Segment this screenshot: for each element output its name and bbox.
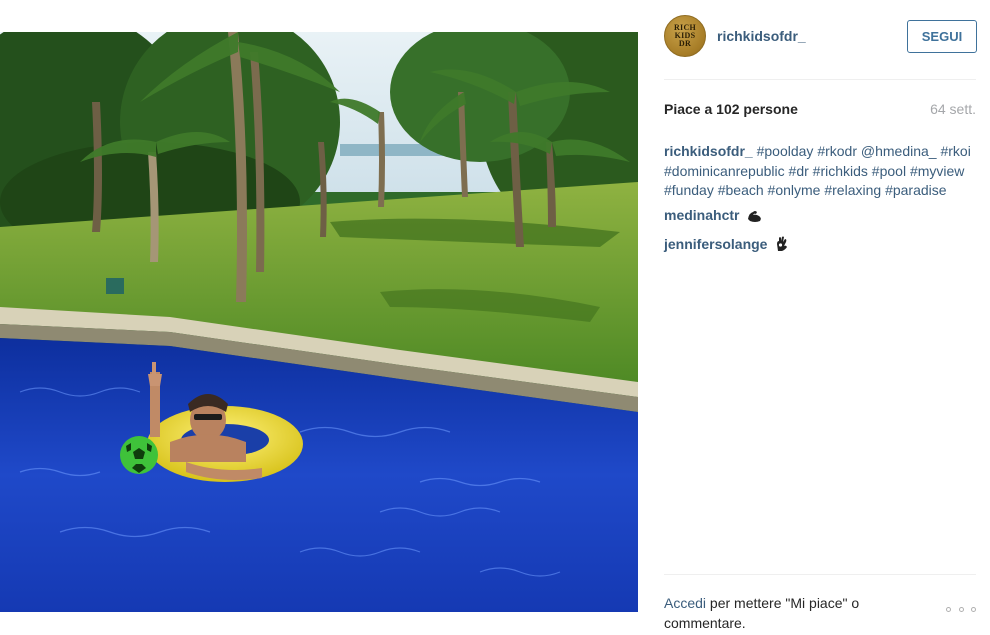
comment-author[interactable]: medinahctr (664, 207, 739, 223)
post-side-panel: RICH KIDS DR richkidsofdr_ SEGUI Piace a… (664, 0, 977, 635)
follow-button[interactable]: SEGUI (907, 20, 977, 53)
more-dot (946, 606, 951, 612)
more-dot (971, 606, 976, 612)
more-options-icon[interactable] (946, 602, 976, 616)
hashtag-link[interactable]: #dominicanrepublic (664, 163, 785, 179)
comments-list: richkidsofdr_ #poolday #rkodr @hmedina_ … (664, 142, 976, 263)
avatar-line-3: DR (678, 39, 692, 48)
post-timestamp[interactable]: 64 sett. (930, 101, 976, 117)
footer-divider (664, 574, 976, 575)
hashtag-link[interactable]: #richkids (813, 163, 868, 179)
flexed-biceps-icon (747, 208, 763, 228)
hashtag-link[interactable]: #myview (910, 163, 964, 179)
hashtag-link[interactable]: #beach (718, 182, 764, 198)
login-link[interactable]: Accedi (664, 595, 706, 611)
comment-author[interactable]: jennifersolange (664, 236, 767, 252)
hashtag-link[interactable]: #pool (872, 163, 906, 179)
hashtag-link[interactable]: #onlyme (768, 182, 821, 198)
header-divider (664, 79, 976, 80)
hashtag-link[interactable]: #rkodr (817, 143, 857, 159)
mention-link[interactable]: @hmedina_ (861, 143, 937, 159)
post-footer: Accedi per mettere "Mi piace" o commenta… (664, 590, 976, 635)
post-header: RICH KIDS DR richkidsofdr_ SEGUI (664, 15, 977, 59)
hashtag-link[interactable]: #rkoi (940, 143, 970, 159)
caption: richkidsofdr_ #poolday #rkodr @hmedina_ … (664, 142, 976, 201)
post-photo[interactable] (0, 32, 638, 612)
hashtag-link[interactable]: #poolday (757, 143, 814, 159)
login-prompt: Accedi per mettere "Mi piace" o commenta… (664, 593, 914, 633)
pool-scene (0, 32, 638, 612)
avatar[interactable]: RICH KIDS DR (664, 15, 706, 57)
hashtag-link[interactable]: #paradise (885, 182, 947, 198)
likes-count[interactable]: Piace a 102 persone (664, 101, 798, 117)
username-link[interactable]: richkidsofdr_ (717, 28, 806, 44)
hashtag-link[interactable]: #relaxing (824, 182, 881, 198)
hashtag-link[interactable]: #dr (789, 163, 809, 179)
more-dot (958, 606, 964, 612)
ok-hand-icon (775, 236, 789, 257)
caption-author[interactable]: richkidsofdr_ (664, 143, 753, 159)
comment-item: jennifersolange (664, 234, 976, 257)
comment-item: medinahctr (664, 205, 976, 228)
avatar-logo-text: RICH KIDS DR (674, 24, 696, 48)
likes-row: Piace a 102 persone 64 sett. (664, 101, 976, 121)
hashtag-link[interactable]: #funday (664, 182, 714, 198)
